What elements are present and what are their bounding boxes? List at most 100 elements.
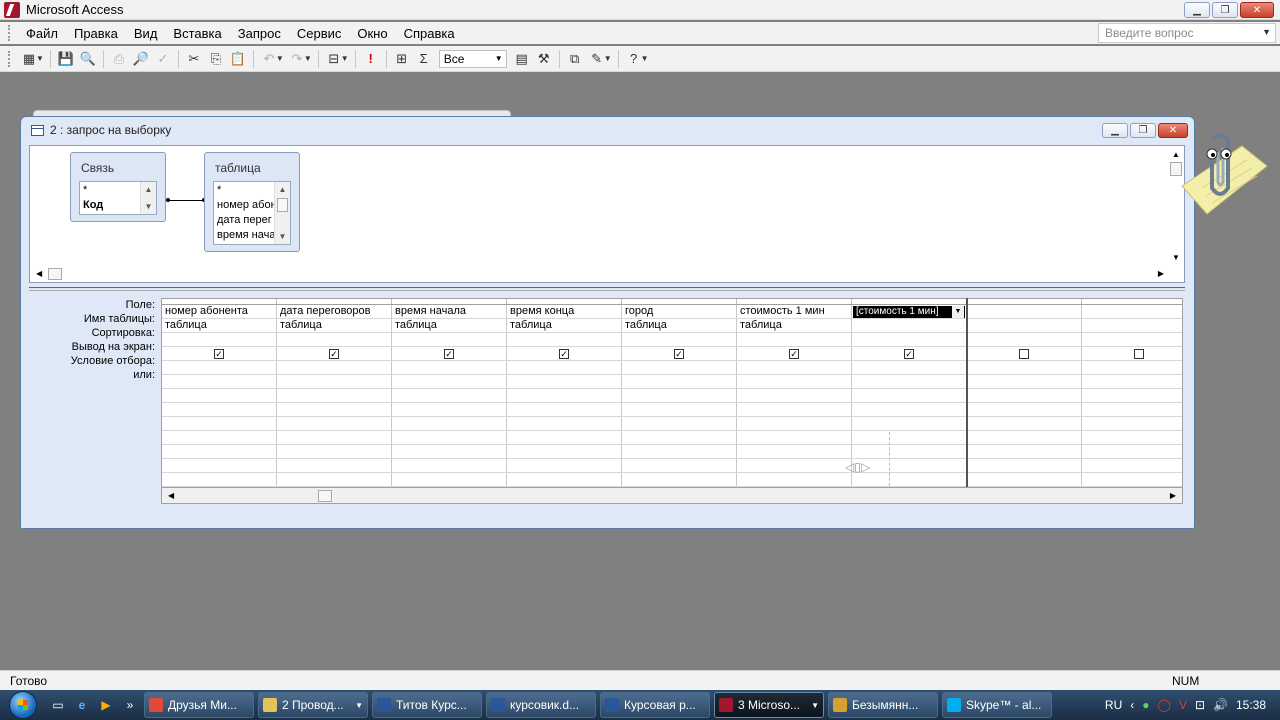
criteria-cell[interactable] [507,361,622,374]
scroll-up-icon[interactable]: ▲ [141,182,156,197]
query-minimize-button[interactable]: ▁ [1102,123,1128,138]
table-box-tablitsa[interactable]: таблица * номер абон дата перег время на… [204,152,300,252]
scroll-thumb[interactable] [277,198,288,212]
show-cell[interactable] [967,347,1082,360]
taskbar-item[interactable]: 3 Microso... ▼ [714,692,824,718]
or-cell[interactable] [967,375,1082,388]
sort-cell[interactable] [967,333,1082,346]
menu-window[interactable]: Окно [349,24,395,43]
scroll-right-icon[interactable]: ▶ [1170,491,1176,500]
empty-cell[interactable] [852,445,967,458]
empty-cell[interactable] [392,417,507,430]
empty-cell[interactable] [967,431,1082,444]
show-cell[interactable]: ✓ [277,347,392,360]
criteria-cell[interactable] [967,361,1082,374]
column-selector[interactable] [162,299,277,304]
chevron-down-icon[interactable]: ▼ [1262,27,1271,37]
criteria-cell[interactable] [622,361,737,374]
empty-cell[interactable] [737,445,852,458]
empty-cell[interactable] [852,431,967,444]
chevron-down-icon[interactable]: ▼ [355,701,363,710]
empty-cell[interactable] [737,459,852,472]
file-search-icon[interactable]: 🔍 [77,48,99,70]
table-cell[interactable] [852,319,967,332]
clock[interactable]: 15:38 [1236,698,1266,712]
table-cell[interactable] [1082,319,1182,332]
paste-icon[interactable]: 📋 [227,48,249,70]
empty-cell[interactable] [737,403,852,416]
table-pane-hscrollbar[interactable]: ◀ ▶ [30,266,1170,282]
empty-cell[interactable] [967,417,1082,430]
media-player-icon[interactable]: ▶ [96,695,116,715]
empty-cell[interactable] [967,459,1082,472]
new-object-dropdown-icon[interactable]: ▼ [604,54,612,63]
empty-cell[interactable] [507,431,622,444]
field-list[interactable]: * номер абон дата перег время нача ▲ ▼ [213,181,291,245]
field-list[interactable]: * Код ▲ ▼ [79,181,157,215]
query-window-title-bar[interactable]: 2 : запрос на выборку [21,117,1194,143]
totals-icon[interactable]: Σ [413,48,435,70]
column-selector[interactable] [1082,299,1182,304]
sort-cell[interactable] [392,333,507,346]
sort-cell[interactable] [1082,333,1182,346]
restore-button[interactable]: ❐ [1212,2,1238,18]
sort-cell[interactable] [277,333,392,346]
scroll-down-icon[interactable]: ▼ [275,229,290,244]
show-checkbox[interactable]: ✓ [444,348,454,359]
table-cell[interactable]: таблица [622,319,737,332]
empty-cell[interactable] [1082,431,1182,444]
empty-cell[interactable] [392,459,507,472]
taskbar-item[interactable]: Титов Курс... [372,692,482,718]
menu-file[interactable]: Файл [18,24,66,43]
empty-cell[interactable] [162,431,277,444]
empty-cell[interactable] [622,417,737,430]
sort-cell[interactable] [507,333,622,346]
empty-cell[interactable] [622,389,737,402]
column-selector[interactable] [737,299,852,304]
taskbar-item[interactable]: курсовик.d... [486,692,596,718]
empty-cell[interactable] [967,389,1082,402]
empty-cell[interactable] [162,459,277,472]
taskbar-item[interactable]: Курсовая р... [600,692,710,718]
antivirus-tray-icon[interactable]: V [1179,698,1187,712]
empty-cell[interactable] [737,473,852,486]
or-cell[interactable] [507,375,622,388]
show-checkbox[interactable] [1134,348,1144,359]
field-cell[interactable] [1082,305,1182,318]
sort-cell[interactable] [737,333,852,346]
criteria-cell[interactable] [277,361,392,374]
scroll-thumb[interactable] [318,490,332,502]
table-box-svyaz[interactable]: Связь * Код ▲ ▼ [70,152,166,222]
show-checkbox[interactable] [1019,348,1029,359]
empty-cell[interactable] [622,473,737,486]
field-cell[interactable]: город [622,305,737,318]
empty-cell[interactable] [392,431,507,444]
show-checkbox[interactable]: ✓ [674,348,684,359]
empty-cell[interactable] [507,389,622,402]
table-cell[interactable]: таблица [277,319,392,332]
properties-icon[interactable]: ▤ [511,48,533,70]
start-button[interactable] [0,690,46,720]
empty-cell[interactable] [507,403,622,416]
join-line[interactable] [166,198,206,202]
empty-cell[interactable] [507,445,622,458]
print-preview-icon[interactable]: 🔎 [130,48,152,70]
empty-cell[interactable] [852,389,967,402]
show-desktop-icon[interactable]: ▭ [48,695,68,715]
empty-cell[interactable] [967,445,1082,458]
menu-tools[interactable]: Сервис [289,24,350,43]
skype-tray-icon[interactable]: ● [1142,698,1149,712]
show-checkbox[interactable]: ✓ [329,348,339,359]
field-cell[interactable]: стоимость 1 мин [737,305,852,318]
pane-splitter[interactable] [29,287,1185,291]
scroll-up-icon[interactable]: ▲ [275,182,290,197]
empty-cell[interactable] [1082,417,1182,430]
empty-cell[interactable] [277,459,392,472]
database-window-icon[interactable]: ⧉ [564,48,586,70]
field-cell[interactable]: дата переговоров [277,305,392,318]
empty-cell[interactable] [277,403,392,416]
close-button[interactable]: ✕ [1240,2,1274,18]
criteria-cell[interactable] [852,361,967,374]
or-cell[interactable] [277,375,392,388]
query-type-dropdown-icon[interactable]: ▼ [341,54,349,63]
